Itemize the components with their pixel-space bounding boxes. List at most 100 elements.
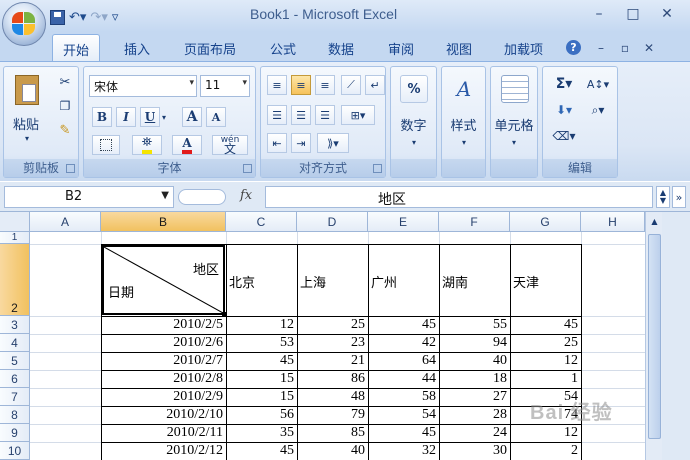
row-header-3[interactable]: 3 xyxy=(0,316,30,334)
phonetic-guide-button[interactable]: wén 文 xyxy=(212,135,248,155)
bold-button[interactable]: B xyxy=(92,107,112,127)
value-cell[interactable]: 15 xyxy=(226,389,294,405)
date-cell[interactable]: 2010/2/7 xyxy=(101,353,223,369)
doc-restore-button[interactable]: ▫ xyxy=(612,38,638,58)
value-cell[interactable]: 18 xyxy=(439,371,507,387)
insert-function-icon[interactable]: fx xyxy=(240,188,252,203)
value-cell[interactable]: 56 xyxy=(226,407,294,423)
date-cell[interactable]: 2010/2/10 xyxy=(101,407,223,423)
fill-icon[interactable]: ⬇▾ xyxy=(549,101,579,119)
underline-dropdown-icon[interactable]: ▾ xyxy=(162,113,166,122)
column-header-a[interactable]: A xyxy=(30,212,101,232)
value-cell[interactable]: 27 xyxy=(439,389,507,405)
region-header-cell[interactable]: 北京 xyxy=(229,272,255,291)
column-header-c[interactable]: C xyxy=(226,212,297,232)
align-top-icon[interactable]: ≡ xyxy=(267,75,287,95)
row-header-7[interactable]: 7 xyxy=(0,388,30,406)
paste-icon[interactable] xyxy=(12,73,42,107)
name-box[interactable]: B2 ▼ xyxy=(4,186,174,208)
value-cell[interactable]: 21 xyxy=(297,353,365,369)
region-header-cell[interactable]: 广州 xyxy=(371,272,397,291)
value-cell[interactable]: 12 xyxy=(510,425,578,441)
vertical-scrollbar[interactable]: ▲ xyxy=(645,212,662,460)
date-cell[interactable]: 2010/2/6 xyxy=(101,335,223,351)
date-cell[interactable]: 2010/2/11 xyxy=(101,425,223,441)
format-painter-icon[interactable]: ✎ xyxy=(56,121,74,139)
save-icon[interactable] xyxy=(50,9,65,25)
styles-icon[interactable]: A xyxy=(450,75,478,103)
number-dropdown-icon[interactable]: ▾ xyxy=(409,137,419,147)
minimize-button[interactable]: – xyxy=(586,4,612,24)
number-format-button[interactable]: 数字 xyxy=(391,115,436,134)
tab-home[interactable]: 开始 xyxy=(52,34,101,63)
tab-formulas[interactable]: 公式 xyxy=(270,39,296,58)
value-cell[interactable]: 30 xyxy=(439,443,507,459)
value-cell[interactable]: 15 xyxy=(226,371,294,387)
row-header-6[interactable]: 6 xyxy=(0,370,30,388)
tab-addins[interactable]: 加载项 xyxy=(504,39,543,58)
text-direction-icon[interactable]: ⟫▾ xyxy=(317,133,349,153)
value-cell[interactable]: 54 xyxy=(368,407,436,423)
region-header-cell[interactable]: 上海 xyxy=(300,272,326,291)
value-cell[interactable]: 45 xyxy=(368,317,436,333)
value-cell[interactable]: 25 xyxy=(510,335,578,351)
underline-button[interactable]: U xyxy=(140,107,160,127)
date-cell[interactable]: 2010/2/8 xyxy=(101,371,223,387)
align-left-icon[interactable]: ☰ xyxy=(267,105,287,125)
row-header-5[interactable]: 5 xyxy=(0,352,30,370)
grow-font-button[interactable]: A xyxy=(182,107,202,127)
align-right-icon[interactable]: ☰ xyxy=(315,105,335,125)
styles-dropdown-icon[interactable]: ▾ xyxy=(459,137,469,147)
formula-bar-collapse-icon[interactable]: » xyxy=(672,186,686,208)
paste-dropdown-icon[interactable]: ▾ xyxy=(22,133,32,143)
paste-button[interactable]: 粘贴 xyxy=(6,115,46,133)
value-cell[interactable]: 85 xyxy=(297,425,365,441)
value-cell[interactable]: 12 xyxy=(510,353,578,369)
number-format-icon[interactable]: % xyxy=(400,75,428,103)
tab-review[interactable]: 审阅 xyxy=(388,39,414,58)
row-header-9[interactable]: 9 xyxy=(0,424,30,442)
font-launcher-icon[interactable] xyxy=(243,164,252,173)
value-cell[interactable]: 45 xyxy=(510,317,578,333)
value-cell[interactable]: 35 xyxy=(226,425,294,441)
expand-formula-bar-icon[interactable]: ▲ ▼ xyxy=(656,186,670,208)
font-size-select[interactable]: 11 ▾ xyxy=(200,75,250,97)
cut-icon[interactable]: ✂ xyxy=(56,73,74,91)
value-cell[interactable]: 25 xyxy=(297,317,365,333)
value-cell[interactable]: 44 xyxy=(368,371,436,387)
value-cell[interactable]: 53 xyxy=(226,335,294,351)
value-cell[interactable]: 2 xyxy=(510,443,578,459)
doc-close-button[interactable]: ✕ xyxy=(636,38,662,58)
align-center-icon[interactable]: ☰ xyxy=(291,105,311,125)
tab-data[interactable]: 数据 xyxy=(328,39,354,58)
copy-icon[interactable]: ❐ xyxy=(56,97,74,115)
office-button[interactable] xyxy=(2,2,46,46)
row-header-10[interactable]: 10 xyxy=(0,442,30,460)
column-header-g[interactable]: G xyxy=(510,212,581,232)
value-cell[interactable]: 45 xyxy=(226,353,294,369)
clear-icon[interactable]: ⌫▾ xyxy=(549,127,579,145)
row-header-8[interactable]: 8 xyxy=(0,406,30,424)
formula-input[interactable]: 地区 xyxy=(265,186,653,208)
date-cell[interactable]: 2010/2/12 xyxy=(101,443,223,459)
value-cell[interactable]: 32 xyxy=(368,443,436,459)
doc-minimize-button[interactable]: – xyxy=(588,38,614,58)
cells-icon[interactable] xyxy=(501,75,529,103)
value-cell[interactable]: 42 xyxy=(368,335,436,351)
column-header-e[interactable]: E xyxy=(368,212,439,232)
align-middle-icon[interactable]: ≡ xyxy=(291,75,311,95)
region-header-cell[interactable]: 天津 xyxy=(513,272,539,291)
value-cell[interactable]: 40 xyxy=(439,353,507,369)
alignment-launcher-icon[interactable] xyxy=(373,164,382,173)
scroll-thumb[interactable] xyxy=(648,234,661,439)
border-button[interactable] xyxy=(92,135,120,155)
italic-button[interactable]: I xyxy=(116,107,136,127)
redo-icon[interactable]: ↷▾ xyxy=(90,10,107,25)
sort-filter-icon[interactable]: A↕▾ xyxy=(583,75,613,93)
row-header-2[interactable]: 2 xyxy=(0,244,30,316)
decrease-indent-icon[interactable]: ⇤ xyxy=(267,133,287,153)
value-cell[interactable]: 45 xyxy=(226,443,294,459)
value-cell[interactable]: 28 xyxy=(439,407,507,423)
value-cell[interactable]: 24 xyxy=(439,425,507,441)
formula-bar-slider[interactable] xyxy=(178,189,226,205)
